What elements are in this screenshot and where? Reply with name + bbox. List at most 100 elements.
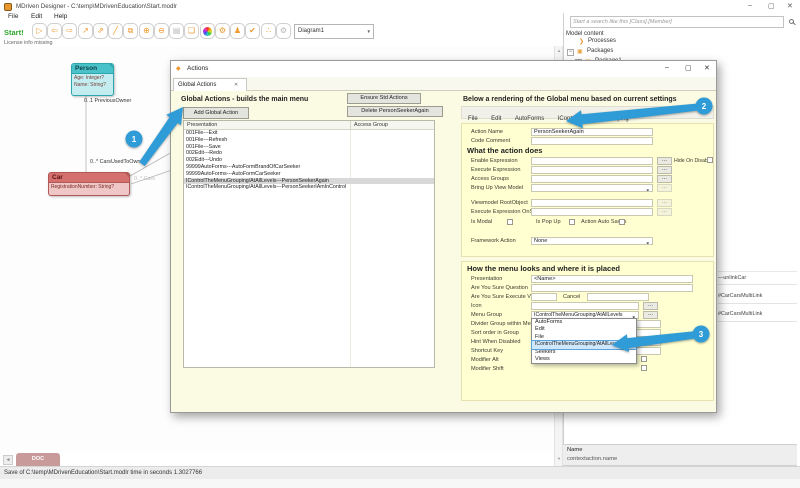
color-wheel-button[interactable] [200,23,215,39]
execute-expression-ellipsis-button[interactable]: ... [657,166,672,174]
run-button[interactable]: ▷ [32,23,47,39]
diagram-combobox[interactable]: Diagram1 ▼ [294,24,374,39]
dropdown-item-autoforms[interactable]: AutoForms [532,319,636,326]
are-you-sure-cancel-verb-field[interactable] [587,293,649,301]
validate-button[interactable]: ✔ [245,23,260,39]
framework-action-combobox[interactable]: None▼ [531,237,653,245]
are-you-sure-execute-verb-field[interactable] [531,293,557,301]
menu-file[interactable]: File [8,13,18,20]
column-access-group[interactable]: Access Group [354,122,388,128]
tab-close-icon[interactable]: ✕ [234,82,238,88]
access-groups-ellipsis-button[interactable]: ... [657,175,672,183]
window-minimize-button[interactable]: – [748,2,752,9]
dropdown-item-edit[interactable]: Edit [532,326,636,333]
scroll-down-icon[interactable]: ▼ [557,456,561,461]
tab-doc[interactable]: DOC [16,453,60,466]
column-presentation[interactable]: Presentation [187,122,217,128]
menubar: File Edit Help [0,13,563,22]
enable-expression-ellipsis-button[interactable]: ... [657,157,672,165]
menu-group-ellipsis-button[interactable]: ... [643,311,658,319]
modifier-shift-checkbox[interactable] [641,365,647,371]
draw-line-button[interactable]: ╱ [108,23,123,39]
action-row[interactable]: 001File---Exit [184,130,434,137]
viewmodel-rootobject-ellipsis-button[interactable]: ... [657,199,672,207]
action-row[interactable]: 99999AutoForms---AutoFormBrandOfCarSeeke… [184,164,434,171]
dialog-maximize-button[interactable]: ▢ [685,64,692,72]
search-icon[interactable] [789,19,794,24]
save-icon: ▤ [173,26,181,35]
dropdown-item-icontrolthemenugrouping[interactable]: IControlTheMenuGrouping/AtAllLevels [532,341,636,348]
occluded-row-text: —unlinkCar [718,275,746,281]
class-box-person[interactable]: Person Age: Integer? Name: String? [71,63,114,96]
window-maximize-button[interactable]: ▢ [768,2,775,10]
tab-global-actions[interactable]: Global Actions ✕ [173,78,247,91]
execute-expression-onshow-field[interactable] [531,208,653,216]
is-popup-checkbox[interactable] [569,219,575,225]
person-button[interactable]: ♟ [230,23,245,39]
action-row[interactable]: 99999AutoForms---AutoFormCarSeeker [184,171,434,178]
add-global-action-button[interactable]: Add Global Action [183,107,249,119]
modifier-alt-checkbox[interactable] [641,356,647,362]
dialog-close-button[interactable]: ✕ [704,64,710,72]
action-row[interactable]: 001File---Save [184,144,434,151]
gear-button[interactable]: ⚙ [276,23,291,39]
icon-field[interactable] [531,302,639,310]
ensure-std-actions-button[interactable]: Ensure Std Actions [347,93,421,104]
settings-gears-button[interactable]: ⚙ [215,23,230,39]
icon-ellipsis-button[interactable]: ... [643,302,658,310]
dialog-minimize-button[interactable]: – [665,64,669,71]
delete-personseekeragain-button[interactable]: Delete PersonSeekerAgain [347,106,443,117]
dropdown-item-seekers[interactable]: Seekers [532,349,636,356]
scroll-up-icon[interactable]: ▲ [557,48,561,53]
zoom-out-button[interactable]: ⊖ [154,23,169,39]
dropdown-item-file[interactable]: File [532,334,636,341]
app-icon [4,3,12,11]
tree-item-processes[interactable]: Processes [588,38,616,44]
class-box-car[interactable]: Car RegistrationNumber: String? [48,172,130,196]
process-icon: ❯ [579,38,584,45]
search-input[interactable] [570,16,784,28]
execute-expression-onshow-ellipsis-button[interactable]: ... [657,208,672,216]
pointer-up-right-button[interactable]: ↗ [78,23,93,39]
zoom-in-button[interactable]: ⊕ [139,23,154,39]
arrow-right-button[interactable]: ⇨ [62,23,77,39]
list-item[interactable]: —unlinkCar [718,271,797,285]
arrow-left-button[interactable]: ⇦ [47,23,62,39]
menu-edit[interactable]: Edit [31,13,42,20]
action-row[interactable]: 002Edit---Redo [184,150,434,157]
bring-up-view-model-combobox[interactable]: ▼ [531,184,653,192]
bring-up-view-model-ellipsis-button[interactable]: ... [657,184,672,192]
relations-button[interactable]: ∴ [261,23,276,39]
list-item[interactable]: #CarCarsMultiLink [718,290,797,304]
menu-help[interactable]: Help [54,13,67,20]
action-name-field[interactable]: PersonSeekerAgain [531,128,653,136]
is-modal-checkbox[interactable] [507,219,513,225]
action-row[interactable]: IControlTheMenuGrouping/AtAllLevels---Pe… [184,184,434,191]
execute-expression-field[interactable] [531,166,653,174]
save-button[interactable]: ▤ [169,23,184,39]
action-row[interactable]: 001File---Refresh [184,137,434,144]
property-name-value[interactable]: contextaction.name [567,456,617,462]
are-you-sure-question-field[interactable] [531,284,693,292]
viewmodel-rootobject-field[interactable] [531,199,653,207]
window-close-button[interactable]: ✕ [787,2,793,10]
presentation-field[interactable]: <Name> [531,275,693,283]
dropdown-item-views[interactable]: Views [532,356,636,363]
list-item[interactable]: #CarCarsMultiLink [718,308,797,322]
code-comment-field[interactable] [531,137,653,145]
start-label[interactable]: Start! [4,28,24,37]
expander-open-icon[interactable]: − [567,49,574,56]
link-arrow-button[interactable]: ⇗ [93,23,108,39]
presentation-button[interactable]: ⧉ [123,23,138,39]
action-row-selected[interactable]: IControlTheMenuGrouping/AtAllLevels---Pe… [184,178,434,185]
hide-on-disable-checkbox[interactable] [707,157,713,163]
action-auto-saves-checkbox[interactable] [619,219,625,225]
tab-scroll-left-button[interactable]: ◄ [3,455,13,465]
status-text: Save of C:\temp\MDrivenEducation\Start.m… [4,470,202,476]
access-groups-field[interactable] [531,175,653,183]
copy-diagram-button[interactable]: ❏ [184,23,199,39]
action-row[interactable]: 002Edit---Undo [184,157,434,164]
tree-item-packages[interactable]: Packages [587,48,613,54]
enable-expression-field[interactable] [531,157,653,165]
global-actions-list[interactable]: Presentation Access Group 001File---Exit… [183,120,435,368]
